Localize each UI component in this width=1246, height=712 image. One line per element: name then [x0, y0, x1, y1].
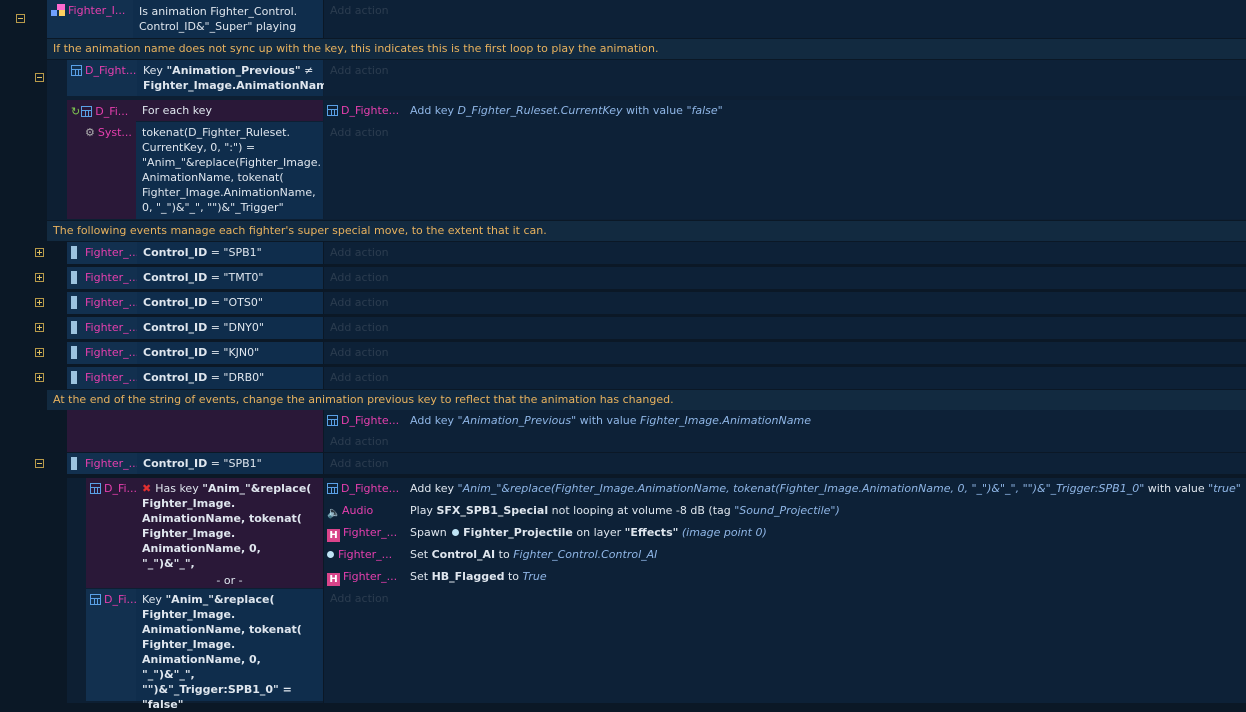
event-object[interactable]: D_Fight... [67, 60, 137, 96]
event-object[interactable]: Fighter_... [67, 292, 137, 314]
event-comment[interactable]: The following events manage each fighter… [47, 221, 1246, 241]
speaker-icon: 🔈 [327, 506, 341, 519]
action-row[interactable]: H Fighter_... Set HB_Flagged to True [327, 566, 1246, 587]
event-condition[interactable]: Control_ID = "DNY0" [137, 317, 323, 339]
action-area: Add action [324, 267, 1246, 289]
dictionary-icon [71, 65, 82, 76]
add-action-link[interactable]: Add action [324, 242, 1246, 263]
event-object[interactable]: Fighter_I... [47, 0, 133, 38]
sprite-bar-icon [71, 346, 77, 359]
action-area: Add action [324, 242, 1246, 264]
action-area: Add action [324, 292, 1246, 314]
expand-toggle[interactable] [35, 348, 44, 357]
collapse-toggle[interactable] [16, 14, 25, 23]
loop-icon: ↻ [71, 105, 81, 118]
action-area: Add action [324, 60, 1246, 96]
add-action-link[interactable]: Add action [324, 122, 389, 143]
collapse-toggle[interactable] [35, 459, 44, 468]
event-object[interactable]: ↻ D_Fi... [67, 101, 136, 121]
sprite-h-icon: H [327, 573, 340, 586]
event-condition[interactable]: Control_ID = "TMT0" [137, 267, 323, 289]
event-condition[interactable]: Control_ID = "SPB1" [137, 453, 323, 474]
event-object[interactable]: Fighter_... [67, 242, 137, 264]
event-condition[interactable]: Is animation Fighter_Control. Control_ID… [133, 0, 323, 38]
event-condition[interactable]: Control_ID = "DRB0" [137, 367, 323, 389]
add-action-link[interactable]: Add action [324, 453, 1246, 474]
event-object[interactable]: Fighter_... [67, 267, 137, 289]
event-object[interactable]: Fighter_... [67, 453, 137, 474]
event-condition[interactable]: Key "Animation_Previous" ≠ Fighter_Image.… [137, 60, 335, 96]
event-object[interactable]: D_Fi... [86, 589, 136, 701]
event-object[interactable]: Fighter_... [67, 317, 137, 339]
event-condition[interactable]: Control_ID = "KJN0" [137, 342, 323, 364]
action-area: Add action [324, 453, 1246, 474]
event-object[interactable]: Fighter_... [67, 367, 137, 389]
object-dot-icon [327, 551, 334, 558]
event-comment[interactable]: At the end of the string of events, chan… [47, 390, 1246, 410]
dictionary-icon [327, 415, 338, 426]
event-condition[interactable]: Control_ID = "OTS0" [137, 292, 323, 314]
action-row[interactable]: D_Fighte... Add key "Anim_"&replace(Fight… [327, 478, 1246, 499]
sprite-bar-icon [71, 271, 77, 284]
expand-toggle[interactable] [35, 323, 44, 332]
sprite-bar-icon [71, 296, 77, 309]
dictionary-icon [90, 594, 101, 605]
event-condition[interactable]: ✖ Has key "Anim_"&replace( Fighter_Image.… [136, 478, 323, 585]
add-action-link[interactable]: Add action [324, 292, 1246, 313]
dictionary-icon [90, 483, 101, 494]
action-area: Add action [324, 367, 1246, 389]
action-area: Add action [324, 317, 1246, 339]
add-action-link[interactable]: Add action [324, 431, 389, 452]
expand-toggle[interactable] [35, 298, 44, 307]
collapse-toggle[interactable] [35, 73, 44, 82]
event-object[interactable]: ⚙ Syst... [67, 122, 136, 142]
expand-toggle[interactable] [35, 373, 44, 382]
object-dot-icon [452, 529, 460, 536]
sprite-bar-icon [71, 246, 77, 259]
sprite-bar-icon [71, 321, 77, 334]
add-action-link[interactable]: Add action [324, 317, 1246, 338]
or-block-label: - or - [136, 573, 323, 588]
action-row[interactable]: 🔈Audio Play SFX_SPB1_Special not looping … [327, 500, 1246, 521]
gear-icon: ⚙ [85, 126, 95, 139]
invert-x-icon: ✖ [142, 482, 152, 495]
sprite-bar-icon [71, 457, 77, 470]
action-area: Add action [324, 342, 1246, 364]
add-action-link[interactable]: Add action [324, 0, 1246, 21]
add-action-link[interactable]: Add action [324, 267, 1246, 288]
event-condition[interactable]: Key "Anim_"&replace( Fighter_Image. Anim… [136, 589, 323, 711]
sprite-icon [51, 4, 65, 16]
event-object[interactable]: Fighter_... [67, 342, 137, 364]
event-condition[interactable]: Control_ID = "SPB1" [137, 242, 323, 264]
event-comment[interactable]: If the animation name does not sync up w… [47, 39, 1246, 59]
event-object[interactable]: D_Fi... [86, 478, 136, 588]
expand-toggle[interactable] [35, 273, 44, 282]
sprite-bar-icon [71, 371, 77, 384]
action-row[interactable]: H Fighter_... Spawn Fighter_Projectile on … [327, 522, 1246, 543]
add-action-link[interactable]: Add action [324, 60, 1246, 81]
add-action-link[interactable]: Add action [324, 342, 1246, 363]
event-block [67, 410, 323, 452]
event-condition[interactable]: For each key [136, 100, 323, 121]
expand-toggle[interactable] [35, 248, 44, 257]
action-area: Add action [324, 0, 1246, 38]
dictionary-icon [327, 483, 338, 494]
sprite-h-icon: H [327, 529, 340, 542]
event-condition[interactable]: tokenat(D_Fighter_Ruleset. CurrentKey, 0… [136, 122, 323, 219]
add-action-link[interactable]: Add action [324, 367, 1246, 388]
action-row[interactable]: D_Fighte... Add key D_Fighter_Ruleset.Cu… [327, 100, 1246, 121]
add-action-link[interactable]: Add action [324, 588, 389, 609]
action-row[interactable]: Fighter_... Set Control_AI to Fighter_Con… [327, 544, 1246, 565]
dictionary-icon [81, 106, 93, 117]
action-row[interactable]: D_Fighte... Add key "Animation_Previous"… [327, 410, 1246, 431]
dictionary-icon [327, 105, 338, 116]
